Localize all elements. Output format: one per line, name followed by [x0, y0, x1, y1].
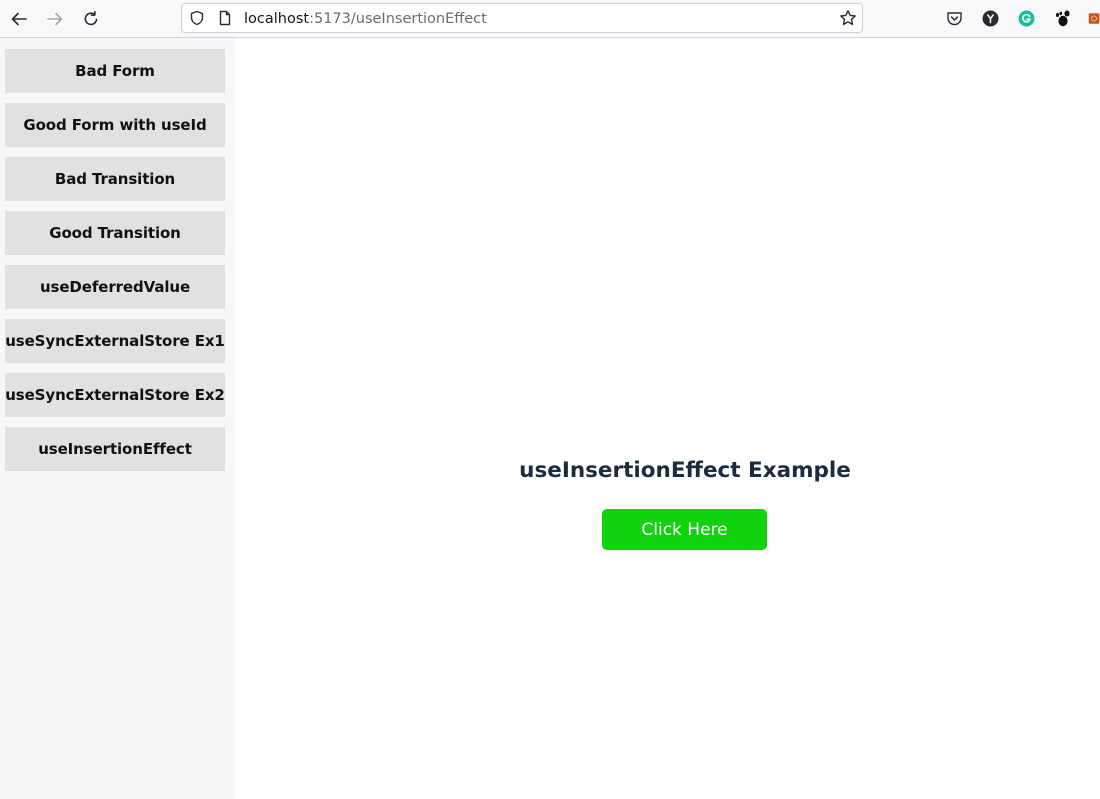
browser-toolbar: localhost:5173/useInsertionEffect [0, 0, 1100, 38]
tracking-protection-shield-icon[interactable] [189, 10, 205, 30]
click-here-button[interactable]: Click Here [602, 509, 767, 550]
sidebar-item-useinsertioneffect[interactable]: useInsertionEffect [5, 427, 225, 471]
sidebar-item-good-form-with-useid[interactable]: Good Form with useId [5, 103, 225, 147]
url-path: :5173/useInsertionEffect [309, 11, 487, 27]
url-text[interactable]: localhost:5173/useInsertionEffect [244, 10, 487, 28]
gnome-extension-icon[interactable] [1053, 9, 1071, 27]
sidebar-item-usesyncexternalstore-ex1[interactable]: useSyncExternalStore Ex1 [5, 319, 225, 363]
page-info-icon[interactable] [217, 10, 233, 30]
grammarly-extension-icon[interactable] [1017, 9, 1035, 27]
page-title: useInsertionEffect Example [519, 458, 851, 483]
sidebar-item-good-transition[interactable]: Good Transition [5, 211, 225, 255]
y-extension-icon[interactable] [981, 9, 999, 27]
reload-icon[interactable] [79, 7, 103, 31]
extension-icon[interactable] [1088, 9, 1100, 27]
sidebar-item-usedeferredvalue[interactable]: useDeferredValue [5, 265, 225, 309]
bookmark-star-icon[interactable] [839, 9, 857, 31]
sidebar: Bad Form Good Form with useId Bad Transi… [0, 38, 235, 799]
forward-arrow-icon[interactable] [43, 7, 67, 31]
sidebar-item-bad-form[interactable]: Bad Form [5, 49, 225, 93]
sidebar-item-bad-transition[interactable]: Bad Transition [5, 157, 225, 201]
pocket-icon[interactable] [945, 9, 963, 27]
url-host: localhost [244, 11, 310, 27]
back-arrow-icon[interactable] [7, 7, 31, 31]
sidebar-item-usesyncexternalstore-ex2[interactable]: useSyncExternalStore Ex2 [5, 373, 225, 417]
address-bar[interactable]: localhost:5173/useInsertionEffect [181, 3, 863, 33]
